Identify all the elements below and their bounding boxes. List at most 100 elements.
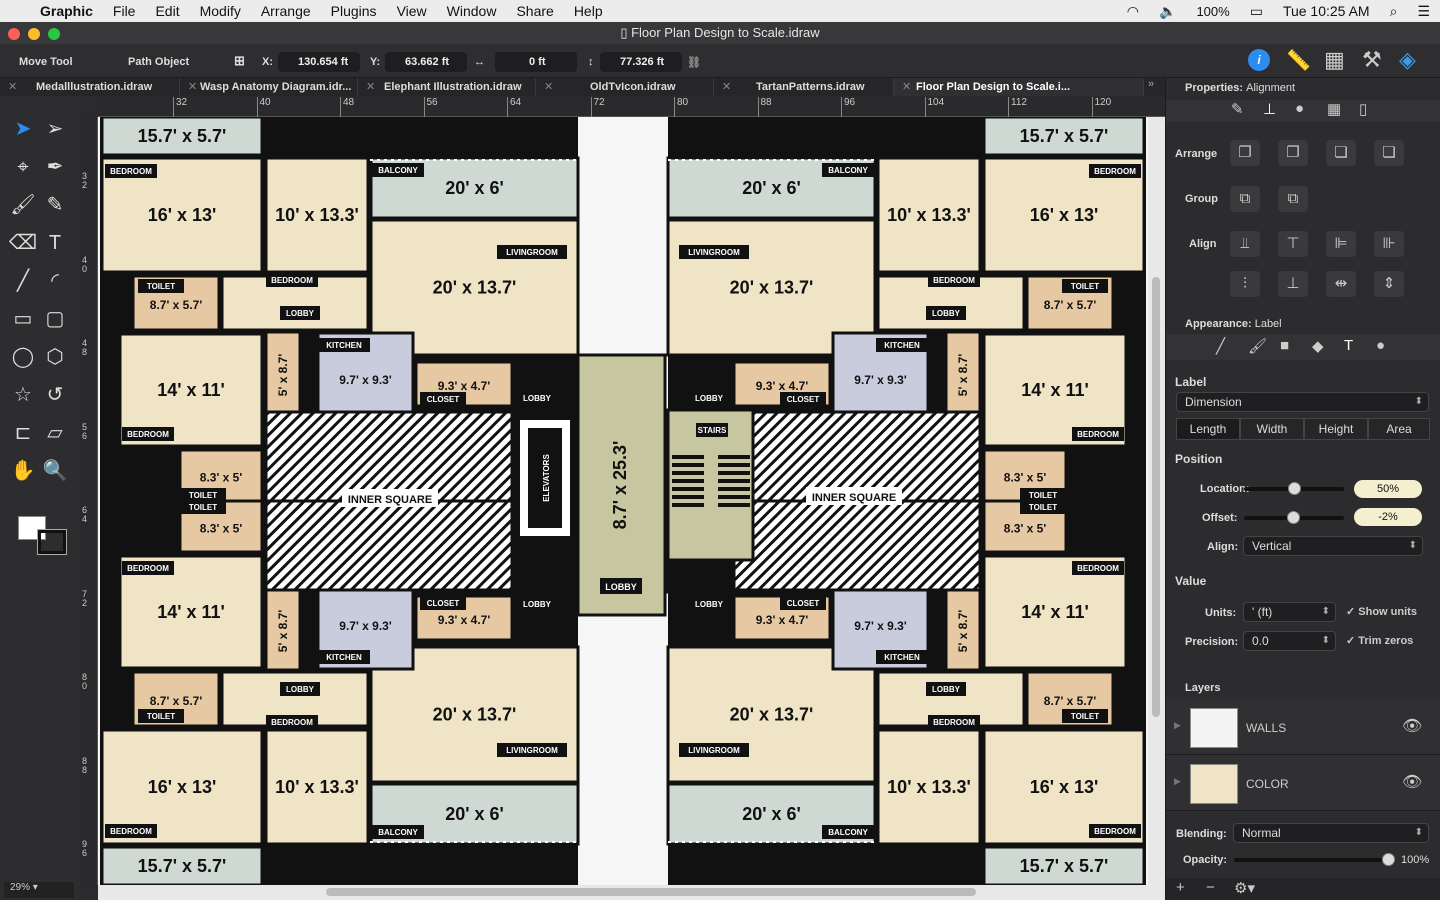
segment-area[interactable]: Area: [1368, 418, 1430, 440]
grid-tab-icon[interactable]: ▦: [1327, 100, 1341, 118]
units-select[interactable]: ' (ft): [1243, 602, 1336, 622]
layer-settings-gear-icon[interactable]: ⚙▾: [1234, 879, 1255, 897]
send-to-back-button[interactable]: ❏: [1374, 140, 1404, 166]
vertical-ruler[interactable]: 32 40 48 56 64 72 80 88 96: [80, 117, 98, 885]
search-icon[interactable]: ⌕: [1380, 3, 1408, 20]
brush-style-icon[interactable]: 🖌: [1248, 337, 1267, 355]
align-top-button[interactable]: ⊤: [1278, 231, 1308, 257]
tab-medal[interactable]: ✕ Medalllustration.idraw: [0, 78, 180, 96]
arc-icon[interactable]: ◜: [40, 266, 70, 296]
segment-height[interactable]: Height: [1304, 418, 1368, 440]
horizontal-ruler[interactable]: 32 40 48 56 64 72 80 88 96 104 112 120: [98, 96, 1165, 117]
rectangle-icon[interactable]: ▭: [8, 304, 38, 334]
x-field[interactable]: 130.654 ft: [278, 52, 360, 72]
clock[interactable]: Tue 10:25 AM: [1273, 3, 1380, 19]
stroke-icon[interactable]: ╱: [1216, 337, 1225, 355]
direct-select-icon[interactable]: ➢: [40, 114, 70, 144]
horizontal-scrollbar[interactable]: [98, 885, 1165, 900]
rounded-rectangle-icon[interactable]: ▢: [40, 304, 70, 334]
add-layer-button[interactable]: +: [1176, 879, 1185, 896]
alignment-tab-icon[interactable]: ⊥: [1263, 100, 1276, 118]
shadow-icon[interactable]: ●: [1376, 337, 1385, 354]
pen-icon[interactable]: ✒: [40, 152, 70, 182]
minimize-window-button[interactable]: [28, 28, 40, 40]
distribute-h-button[interactable]: ⇹: [1326, 271, 1356, 297]
link-icon[interactable]: ⛓: [687, 56, 701, 69]
pencil-tab-icon[interactable]: ✎: [1231, 100, 1244, 118]
star-icon[interactable]: ☆: [8, 380, 38, 410]
align-middle-button[interactable]: ⊥: [1278, 271, 1308, 297]
crop-icon[interactable]: ⊏: [8, 418, 38, 448]
tabs-overflow-icon[interactable]: »: [1148, 78, 1154, 90]
zoom-icon[interactable]: 🔍: [40, 456, 70, 486]
ellipse-icon[interactable]: ◯: [8, 342, 38, 372]
close-tab-icon[interactable]: ✕: [366, 78, 375, 96]
tab-elephant[interactable]: ✕ Elephant Illustration.idraw: [358, 78, 536, 96]
location-slider[interactable]: [1244, 482, 1344, 495]
location-slider-knob[interactable]: [1288, 482, 1301, 495]
vertical-scrollbar[interactable]: [1148, 117, 1165, 885]
send-backward-button[interactable]: ❏: [1326, 140, 1356, 166]
shape-tab-icon[interactable]: ●: [1295, 100, 1304, 117]
list-icon[interactable]: ☰: [1407, 3, 1440, 20]
pencil-icon[interactable]: ✎: [40, 190, 70, 220]
align-left-button[interactable]: ⊫: [1326, 231, 1356, 257]
text-tool-icon[interactable]: T: [40, 228, 70, 258]
floor-plan[interactable]: 15.7' x 5.7' 16' x 13' 10' x 13.3' 20' x 6'…: [98, 115, 1148, 887]
label-type-select[interactable]: Dimension: [1176, 392, 1429, 412]
node-tool-icon[interactable]: ⌖: [8, 152, 38, 182]
offset-field[interactable]: -2%: [1354, 508, 1422, 526]
spiral-icon[interactable]: ↺: [40, 380, 70, 410]
layers-icon[interactable]: ◈: [1399, 47, 1416, 73]
tab-oldtv[interactable]: ✕ OldTvIcon.idraw: [536, 78, 714, 96]
battery-text[interactable]: 100%: [1186, 4, 1239, 19]
stroke-color-swatch[interactable]: [37, 529, 67, 555]
layer-color[interactable]: ▶ COLOR 👁: [1166, 756, 1440, 811]
close-tab-icon[interactable]: ✕: [544, 78, 553, 96]
opacity-slider[interactable]: [1234, 853, 1395, 866]
align-right-button[interactable]: ⊪: [1374, 231, 1404, 257]
wifi-icon[interactable]: ◠: [1117, 3, 1149, 20]
offset-slider-knob[interactable]: [1287, 511, 1300, 524]
anchor-grid-icon[interactable]: ⊞: [234, 53, 245, 69]
menu-edit[interactable]: Edit: [145, 3, 189, 19]
bring-to-front-button[interactable]: ❐: [1230, 140, 1260, 166]
blending-select[interactable]: Normal: [1233, 823, 1429, 843]
line-icon[interactable]: ╱: [8, 266, 38, 296]
grid-icon[interactable]: ▦: [1324, 47, 1345, 73]
eye-icon[interactable]: 👁: [1402, 772, 1422, 792]
tab-floor-plan[interactable]: ✕ Floor Plan Design to Scale.i...: [894, 78, 1144, 96]
select-arrow-icon[interactable]: ➤: [8, 114, 38, 144]
menu-view[interactable]: View: [387, 3, 437, 19]
ungroup-button[interactable]: ⧉: [1278, 186, 1308, 212]
offset-slider[interactable]: [1244, 511, 1344, 524]
align-center-v-button[interactable]: ⫶: [1230, 271, 1260, 297]
eye-icon[interactable]: 👁: [1402, 716, 1422, 736]
menu-help[interactable]: Help: [564, 3, 613, 19]
zoom-window-button[interactable]: [48, 28, 60, 40]
horizontal-scroll-thumb[interactable]: [326, 888, 976, 896]
close-tab-icon[interactable]: ✕: [902, 78, 911, 96]
menu-app[interactable]: Graphic: [30, 3, 103, 19]
menu-modify[interactable]: Modify: [190, 3, 251, 19]
opacity-slider-knob[interactable]: [1382, 853, 1395, 866]
info-icon[interactable]: i: [1248, 49, 1270, 71]
ruler-icon[interactable]: 📏: [1286, 48, 1311, 73]
y-field[interactable]: 63.662 ft: [385, 52, 467, 72]
menu-arrange[interactable]: Arrange: [251, 3, 321, 19]
align-select[interactable]: Vertical: [1243, 536, 1423, 556]
polygon-icon[interactable]: ⬡: [40, 342, 70, 372]
hand-icon[interactable]: ✋: [8, 456, 38, 486]
precision-select[interactable]: 0.0: [1243, 631, 1336, 651]
text-style-icon[interactable]: T: [1344, 337, 1353, 354]
canvas[interactable]: 15.7' x 5.7' 16' x 13' 10' x 13.3' 20' x 6'…: [98, 115, 1148, 887]
eraser-style-icon[interactable]: ◆: [1312, 337, 1324, 355]
close-tab-icon[interactable]: ✕: [188, 78, 197, 96]
remove-layer-button[interactable]: −: [1206, 879, 1215, 896]
expand-icon[interactable]: ▶: [1174, 776, 1181, 787]
width-field[interactable]: 0 ft: [495, 52, 577, 72]
segment-width[interactable]: Width: [1240, 418, 1304, 440]
brush-icon[interactable]: 🖌: [8, 190, 38, 220]
menu-file[interactable]: File: [103, 3, 146, 19]
tab-tartan[interactable]: ✕ TartanPatterns.idraw: [714, 78, 894, 96]
